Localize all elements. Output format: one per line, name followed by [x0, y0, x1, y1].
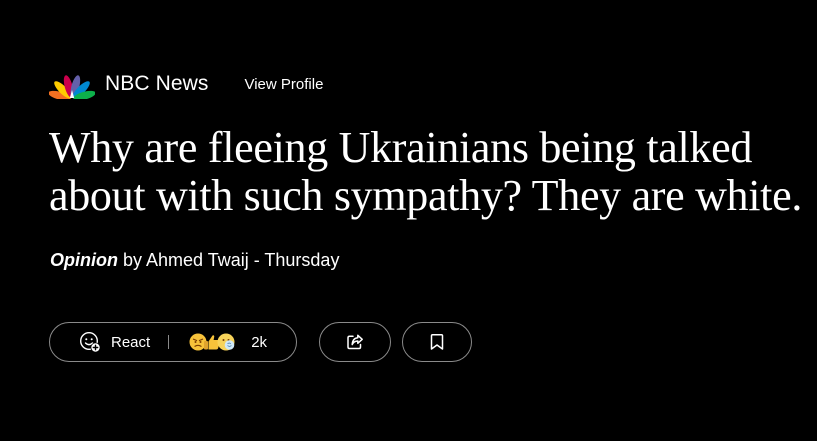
byline-author: by Ahmed Twaij: [117, 250, 249, 270]
view-profile-link[interactable]: View Profile: [244, 76, 323, 93]
byline-separator: -: [248, 250, 265, 270]
add-reaction-icon: [79, 331, 101, 353]
reaction-emoji-stack: [189, 333, 235, 351]
share-button[interactable]: [319, 322, 391, 362]
share-icon: [347, 334, 363, 350]
save-button[interactable]: [402, 322, 472, 362]
byline-label: Opinion: [50, 250, 118, 270]
article-byline: Opinion by Ahmed Twaij - Thursday: [50, 250, 339, 271]
react-pill: React 2k: [49, 322, 297, 362]
bookmark-icon: [430, 334, 444, 350]
article-headline[interactable]: Why are fleeing Ukrainians being talked …: [49, 124, 809, 220]
action-bar: React 2k: [49, 321, 472, 363]
publisher-name[interactable]: NBC News: [105, 72, 208, 96]
react-button[interactable]: React: [78, 330, 150, 354]
react-label: React: [111, 333, 151, 351]
nbc-peacock-logo-icon[interactable]: [49, 69, 95, 99]
reaction-count: 2k: [251, 333, 268, 351]
publisher-row: NBC News View Profile: [49, 66, 323, 102]
reaction-summary[interactable]: 2k: [189, 333, 267, 351]
thinking-face-icon: [217, 333, 235, 351]
pill-divider: [168, 335, 170, 349]
byline-date: Thursday: [264, 250, 340, 270]
